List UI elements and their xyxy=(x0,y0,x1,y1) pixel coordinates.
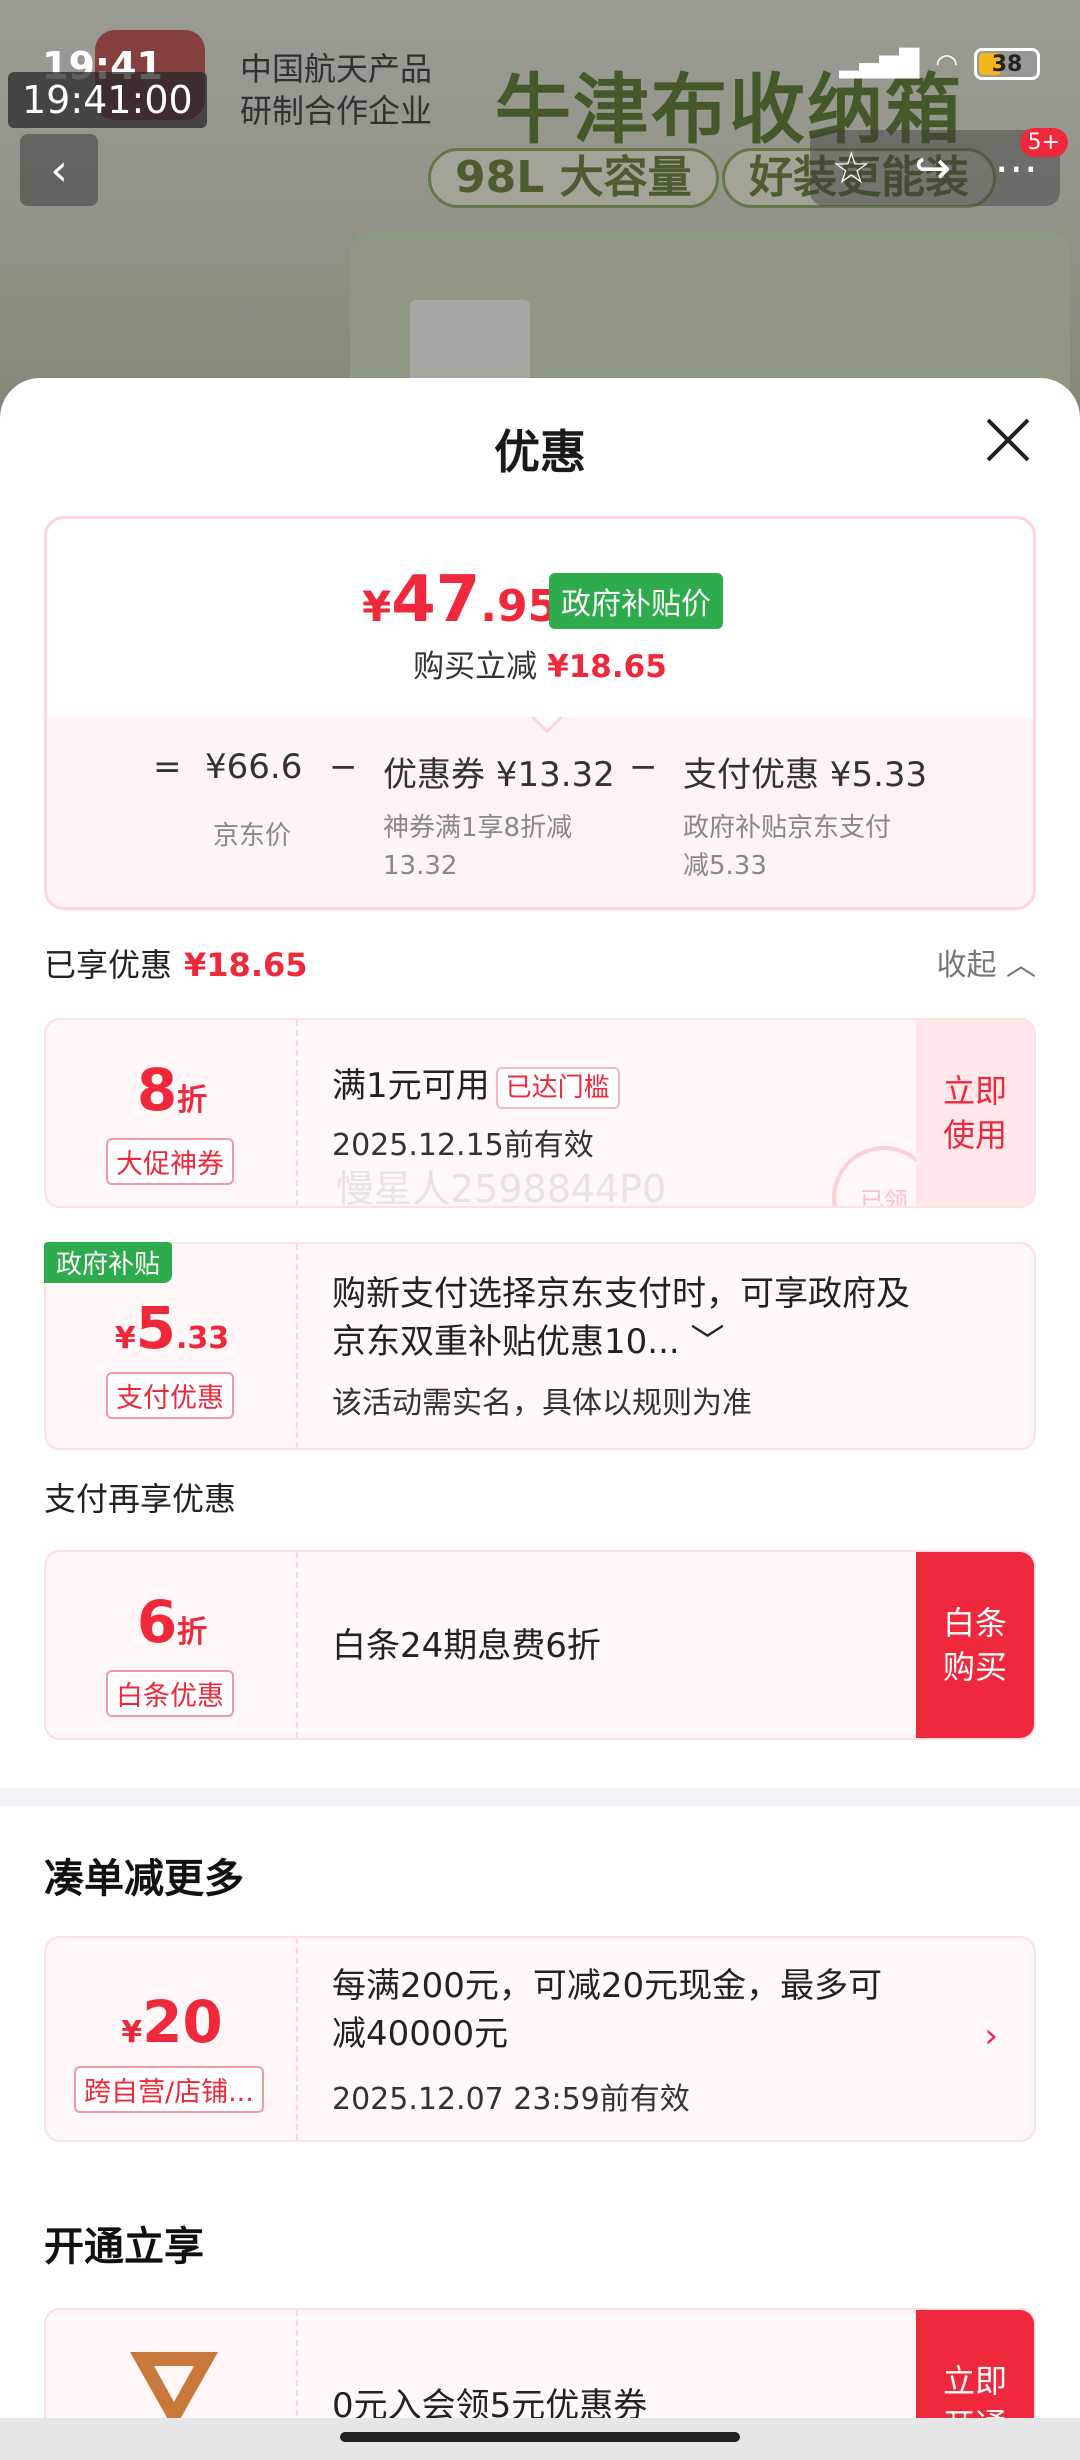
gov-subsidy-tag: 政府补贴价 xyxy=(549,573,723,629)
share-icon[interactable]: ↪ xyxy=(914,143,951,194)
calc-minus-1: − xyxy=(329,747,358,787)
notification-badge: 5+ xyxy=(1019,128,1068,157)
chevron-left-icon: ‹ xyxy=(50,144,68,196)
coupon-card-pay-subsidy: ¥5.33 支付优惠 购新支付选择京东支付时，可享政府及 京东双重补贴优惠10.… xyxy=(44,1242,1036,1450)
pay-discount-value: ¥5.33 xyxy=(114,1294,230,1362)
home-indicator xyxy=(0,2418,1080,2460)
coupon-type-tag: 支付优惠 xyxy=(106,1372,234,1419)
buy-reduce: 购买立减 ¥18.65 xyxy=(413,649,667,685)
status-icons: ▂▄▆█ ◠ 38 xyxy=(839,48,1040,80)
coupon-type-tag: 大促神券 xyxy=(106,1138,234,1185)
time-overlay: 19:41:00 xyxy=(8,72,207,128)
membership-logo-icon xyxy=(130,2352,218,2418)
cross-store-validity: 2025.12.07 23:59前有效 xyxy=(332,2082,690,2117)
coupon-condition: 满1元可用 已达门槛 xyxy=(332,1062,620,1110)
use-now-button[interactable]: 立即使用 xyxy=(916,1020,1034,1206)
pay-discount-amount: 支付优惠 ¥5.33 xyxy=(683,755,928,795)
signal-icon: ▂▄▆█ xyxy=(839,49,920,79)
coupon-card-baitiao: 6折 白条优惠 白条24期息费6折 白条购买 xyxy=(44,1550,1036,1740)
battery-icon: 38 xyxy=(974,48,1040,80)
baitiao-buy-button[interactable]: 白条购买 xyxy=(916,1552,1034,1738)
chevron-right-icon: › xyxy=(984,2016,998,2056)
collapse-button[interactable]: 收起 ︿ xyxy=(936,940,1036,984)
favorite-icon[interactable]: ☆ xyxy=(832,143,871,194)
base-price-label: 京东价 xyxy=(213,821,292,851)
watermark: 慢星人2598844P0 xyxy=(336,1167,667,1208)
pay-subsidy-note: 该活动需实名，具体以规则为准 xyxy=(332,1386,752,1421)
coupon-card-big-promo: 8折 大促神券 满1元可用 已达门槛 2025.12.15前有效 慢星人25988… xyxy=(44,1018,1036,1208)
coupon-amount: 优惠券 ¥13.32 xyxy=(383,755,615,795)
base-price: ¥66.6 xyxy=(205,747,303,787)
wifi-icon: ◠ xyxy=(935,49,958,79)
coupon-type-tag: 白条优惠 xyxy=(106,1670,234,1717)
membership-desc: 0元入会领5元优惠券 xyxy=(332,2386,648,2418)
final-price: ¥47.95 xyxy=(362,563,559,637)
calc-minus-2: − xyxy=(629,747,658,787)
close-icon[interactable] xyxy=(982,414,1034,466)
coupon-desc: 神券满1享8折减 13.32 xyxy=(383,813,573,881)
discount-value: 8折 xyxy=(136,1056,208,1124)
open-section-title: 开通立享 xyxy=(44,2224,204,2270)
chevron-up-icon: ︿ xyxy=(1006,948,1036,983)
cross-store-desc: 每满200元，可减20元现金，最多可 减40000元 xyxy=(332,1966,883,2054)
baitiao-discount: 6折 xyxy=(136,1588,208,1656)
back-button[interactable]: ‹ xyxy=(20,134,98,206)
sheet-title: 优惠 xyxy=(494,425,586,479)
pay-discount-desc: 政府补贴京东支付 减5.33 xyxy=(683,813,892,881)
open-membership-button[interactable]: 立即开通 xyxy=(916,2310,1034,2418)
baitiao-desc: 白条24期息费6折 xyxy=(332,1626,601,1666)
cross-store-value: ¥20 xyxy=(121,1988,223,2056)
discount-sheet: 优惠 ¥47.95 政府补贴价 购买立减 ¥18.65 = ¥66.6 京东价 −… xyxy=(0,378,1080,2418)
gov-subsidy-corner-tag: 政府补贴 xyxy=(44,1242,173,1283)
coupon-card-cross-store[interactable]: ¥20 跨自营/店铺... 每满200元，可减20元现金，最多可 减40000元 … xyxy=(44,1936,1036,2142)
pay-more-label: 支付再享优惠 xyxy=(44,1480,237,1518)
coupon-card-membership: 0元入会领5元优惠券 立即开通 xyxy=(44,2308,1036,2418)
coupon-type-tag: 跨自营/店铺... xyxy=(74,2066,264,2113)
enjoyed-discount: 已享优惠 ¥18.65 xyxy=(44,946,308,984)
more-section-title: 凑单减更多 xyxy=(44,1856,244,1902)
chevron-down-icon[interactable]: ﹀ xyxy=(691,1322,725,1362)
pay-subsidy-desc: 购新支付选择京东支付时，可享政府及 京东双重补贴优惠10... ﹀ xyxy=(332,1274,910,1362)
calc-eq: = xyxy=(153,747,182,787)
price-breakdown-card: ¥47.95 政府补贴价 购买立减 ¥18.65 = ¥66.6 京东价 − 优惠… xyxy=(44,516,1036,910)
threshold-reached-tag: 已达门槛 xyxy=(495,1066,620,1109)
